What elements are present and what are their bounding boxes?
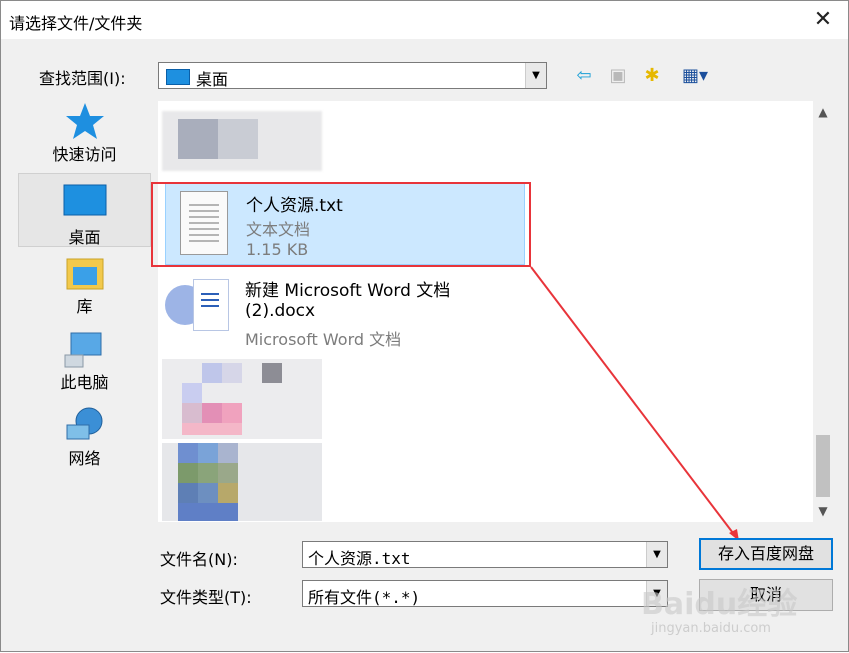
watermark-url: jingyan.baidu.com <box>651 621 771 636</box>
filetype-value: 所有文件(*.*) <box>308 588 421 607</box>
filename-value[interactable]: 个人资源.txt <box>308 545 411 569</box>
filetype-label: 文件类型(T): <box>160 588 252 607</box>
file-dialog: 请选择文件/文件夹 ✕ 查找范围(I): 桌面 ▼ ⇦ ▣ ✱ ▦▾ 快速访问 … <box>0 0 849 652</box>
filename-label: 文件名(N): <box>160 550 238 569</box>
save-to-baidu-button[interactable]: 存入百度网盘 <box>699 538 833 570</box>
chevron-down-icon[interactable]: ▼ <box>646 542 667 567</box>
filename-input[interactable]: 个人资源.txt ▼ <box>302 541 668 568</box>
filetype-dropdown[interactable]: 所有文件(*.*) ▼ <box>302 580 668 607</box>
watermark-logo: Baidu经验 <box>641 587 798 622</box>
